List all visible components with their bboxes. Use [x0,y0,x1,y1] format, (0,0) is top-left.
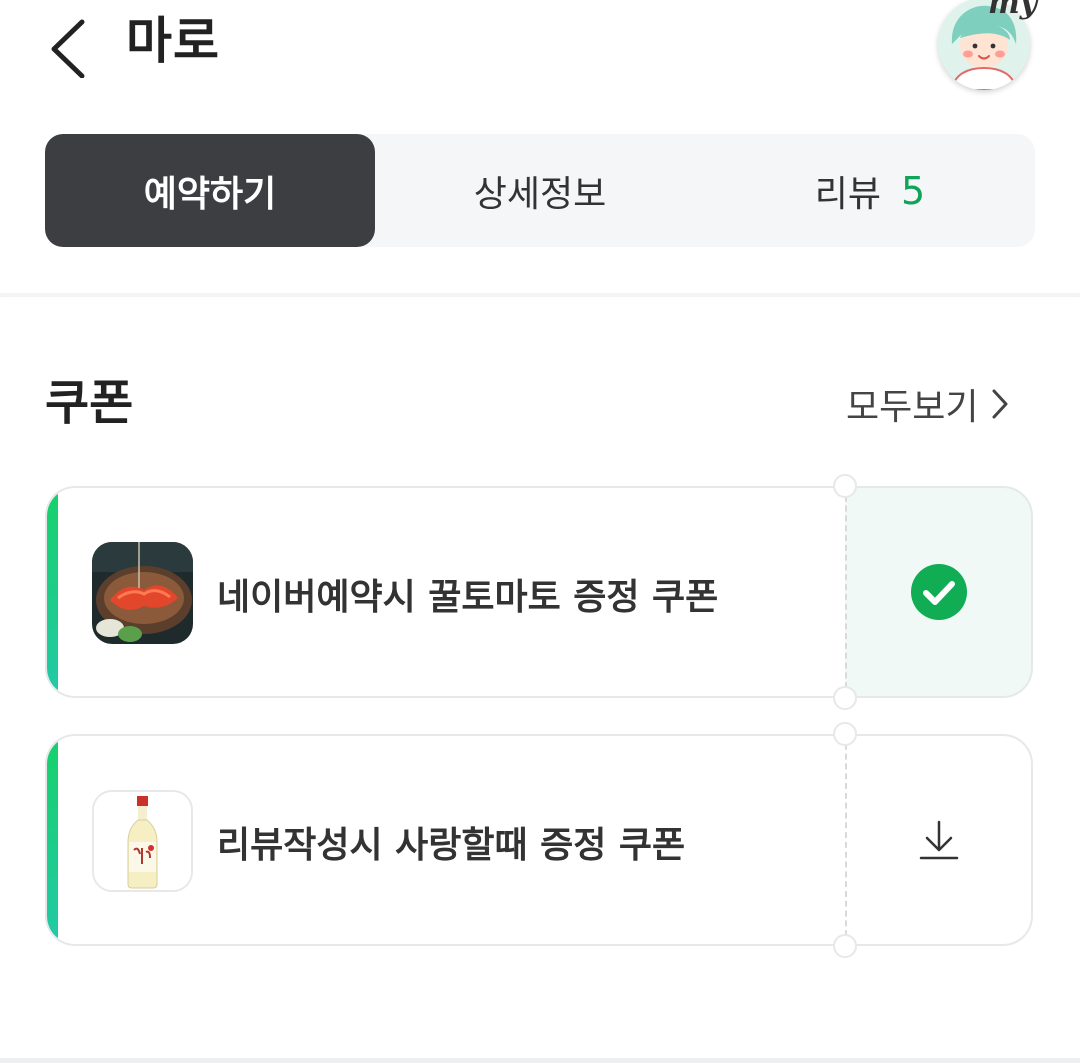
tab-label: 상세정보 [473,173,607,215]
coupon-claimed-button[interactable] [845,486,1033,698]
coupon-accent-bar [47,736,58,944]
tab-label: 리뷰 [814,173,882,215]
coupon-title: 리뷰작성시 사랑할때 증정 쿠폰 [217,825,686,866]
soju-bottle-image [92,790,193,892]
coupon-notch [833,474,857,498]
coupon-notch [833,686,857,710]
coupon-notch [833,722,857,746]
tab-bar: 예약하기 상세정보 리뷰 5 [45,134,1035,247]
place-booking-page: 마로 my 예약하기 상세정보 리뷰 5 쿠폰 모두보기 네이버예약시 꿀토마토… [0,0,1080,1063]
coupon-notch [833,934,857,958]
back-button[interactable] [40,8,100,79]
divider [0,293,1080,297]
review-count: 5 [901,168,926,213]
coupon-accent-bar [47,488,58,696]
tab-booking[interactable]: 예약하기 [45,134,375,247]
bottom-divider [0,1058,1080,1063]
download-icon [919,820,959,860]
chevron-left-icon [51,19,85,79]
avatar-badge: my [988,0,1038,21]
coupon-title: 네이버예약시 꿀토마토 증정 쿠폰 [217,577,719,618]
tomato-dish-image [92,542,193,644]
page-title: 마로 [126,12,220,70]
coupon-card: 리뷰작성시 사랑할때 증정 쿠폰 [45,722,1033,958]
check-circle-icon [911,564,967,620]
coupon-download-button[interactable] [845,734,1033,946]
coupon-body: 리뷰작성시 사랑할때 증정 쿠폰 [45,734,845,946]
view-all-link[interactable]: 모두보기 [846,378,1010,430]
coupon-card: 네이버예약시 꿀토마토 증정 쿠폰 [45,474,1033,710]
tab-label: 예약하기 [143,173,277,215]
tab-details[interactable]: 상세정보 [375,134,705,247]
view-all-label: 모두보기 [846,387,979,428]
section-title: 쿠폰 [45,375,134,431]
tab-band: 예약하기 상세정보 리뷰 5 [0,105,1080,293]
coupon-body: 네이버예약시 꿀토마토 증정 쿠폰 [45,486,845,698]
chevron-right-icon [992,389,1008,419]
tab-reviews[interactable]: 리뷰 5 [705,134,1035,247]
top-header: 마로 my [0,0,1080,105]
